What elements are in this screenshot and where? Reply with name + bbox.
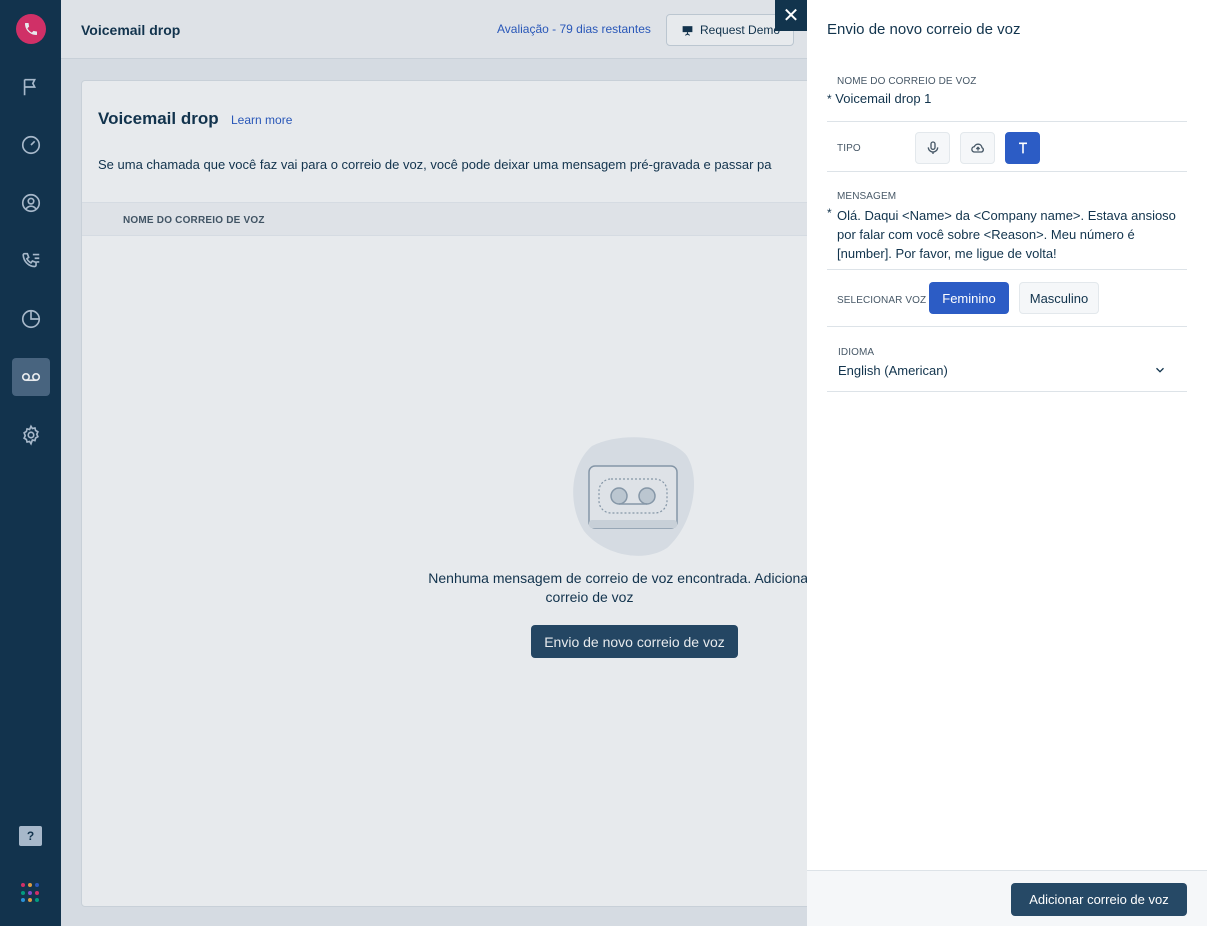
required-mark: * <box>827 206 832 220</box>
voicemail-name-label: NOME DO CORREIO DE VOZ <box>837 76 977 87</box>
new-voicemail-panel: Envio de novo correio de voz NOME DO COR… <box>807 0 1207 926</box>
microphone-icon <box>927 141 938 154</box>
required-mark: * <box>827 92 832 106</box>
modal-overlay[interactable] <box>0 0 807 926</box>
panel-title: Envio de novo correio de voz <box>827 21 1021 38</box>
panel-footer: Adicionar correio de voz <box>807 870 1207 926</box>
voicemail-name-value: Voicemail drop 1 <box>835 91 932 106</box>
type-record-button[interactable] <box>915 132 950 164</box>
message-label: MENSAGEM <box>837 191 897 202</box>
cloud-upload-icon <box>970 143 984 153</box>
voice-male-button[interactable]: Masculino <box>1019 282 1099 314</box>
language-select[interactable]: IDIOMA English (American) <box>827 327 1187 392</box>
voice-label: SELECIONAR VOZ <box>837 295 927 306</box>
close-icon: ✕ <box>782 5 800 27</box>
close-panel-button[interactable]: ✕ <box>775 0 807 31</box>
type-label: TIPO <box>837 143 861 154</box>
language-value: English (American) <box>838 363 948 378</box>
voicemail-name-field[interactable]: NOME DO CORREIO DE VOZ * Voicemail drop … <box>827 62 1187 122</box>
voicemail-type-field: TIPO <box>827 122 1187 172</box>
language-label: IDIOMA <box>838 347 875 358</box>
chevron-down-icon <box>1156 367 1164 373</box>
message-textarea[interactable]: Olá. Daqui <Name> da <Company name>. Est… <box>837 206 1177 263</box>
message-field[interactable]: MENSAGEM * Olá. Daqui <Name> da <Company… <box>827 172 1187 270</box>
text-icon <box>1018 142 1027 154</box>
voice-female-button[interactable]: Feminino <box>929 282 1009 314</box>
voice-select-field: SELECIONAR VOZ Feminino Masculino <box>827 270 1187 327</box>
type-text-button[interactable] <box>1005 132 1040 164</box>
type-upload-button[interactable] <box>960 132 995 164</box>
voicemail-name-input[interactable]: * Voicemail drop 1 <box>827 91 931 106</box>
add-voicemail-button[interactable]: Adicionar correio de voz <box>1011 883 1187 916</box>
